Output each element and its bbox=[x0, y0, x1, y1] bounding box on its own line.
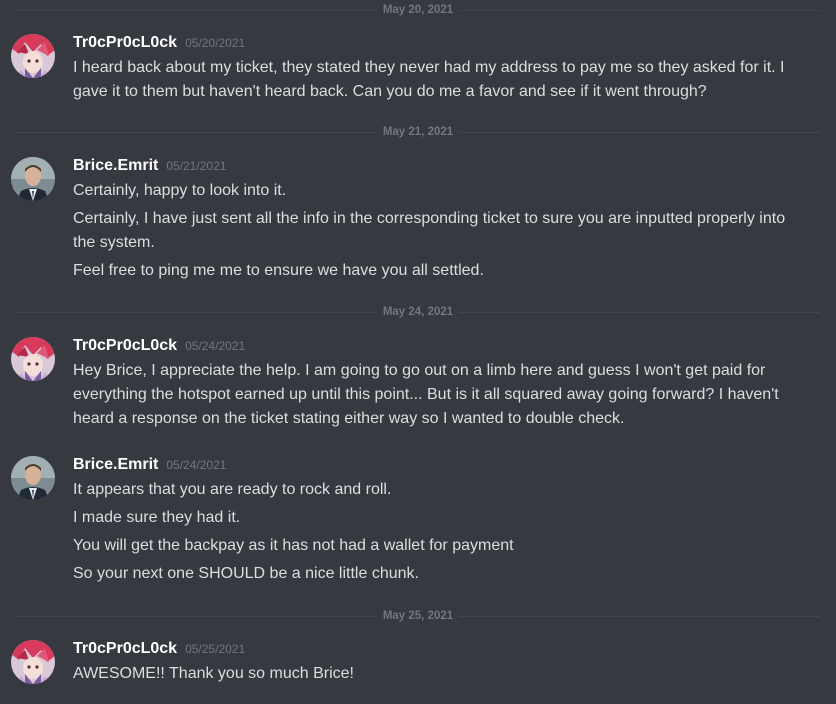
divider-date: May 20, 2021 bbox=[382, 4, 454, 16]
message-body: Hey Brice, I appreciate the help. I am g… bbox=[73, 359, 793, 435]
anime-avatar[interactable] bbox=[11, 640, 55, 684]
chat-log: May 20, 2021 Tr0cPr0cL0ck 05/20/2021 I h… bbox=[0, 0, 836, 704]
username[interactable]: Tr0cPr0cL0ck bbox=[73, 640, 177, 658]
date-divider: May 25, 2021 bbox=[0, 606, 836, 626]
message-text: Hey Brice, I appreciate the help. I am g… bbox=[73, 362, 779, 427]
message-text: It appears that you are ready to rock an… bbox=[73, 481, 392, 498]
date-divider: May 24, 2021 bbox=[0, 302, 836, 322]
username[interactable]: Tr0cPr0cL0ck bbox=[73, 34, 177, 52]
divider-date: May 21, 2021 bbox=[382, 126, 454, 138]
timestamp: 05/20/2021 bbox=[185, 36, 246, 50]
message-body: It appears that you are ready to rock an… bbox=[73, 478, 793, 590]
date-divider: May 20, 2021 bbox=[0, 0, 836, 20]
anime-avatar[interactable] bbox=[11, 34, 55, 78]
date-divider: May 21, 2021 bbox=[0, 122, 836, 142]
timestamp: 05/24/2021 bbox=[185, 339, 246, 353]
timestamp: 05/24/2021 bbox=[166, 458, 227, 472]
username[interactable]: Brice.Emrit bbox=[73, 157, 158, 175]
anime-avatar[interactable] bbox=[11, 337, 55, 381]
username[interactable]: Brice.Emrit bbox=[73, 456, 158, 474]
person-avatar[interactable] bbox=[11, 456, 55, 500]
timestamp: 05/21/2021 bbox=[166, 159, 227, 173]
message-text: I made sure they had it. bbox=[73, 509, 241, 526]
message-text: I heard back about my ticket, they state… bbox=[73, 59, 785, 100]
message-text: Feel free to ping me me to ensure we hav… bbox=[73, 262, 484, 279]
message-text: Certainly, happy to look into it. bbox=[73, 182, 287, 199]
username[interactable]: Tr0cPr0cL0ck bbox=[73, 337, 177, 355]
message-text: You will get the backpay as it has not h… bbox=[73, 537, 514, 554]
divider-date: May 25, 2021 bbox=[382, 610, 454, 622]
message-text: Certainly, I have just sent all the info… bbox=[73, 210, 786, 251]
person-avatar[interactable] bbox=[11, 157, 55, 201]
message-text: AWESOME!! Thank you so much Brice! bbox=[73, 665, 354, 682]
message-body: Certainly, happy to look into it. Certai… bbox=[73, 179, 793, 287]
message-body: I heard back about my ticket, they state… bbox=[73, 56, 793, 108]
message-text: So your next one SHOULD be a nice little… bbox=[73, 565, 419, 582]
timestamp: 05/25/2021 bbox=[185, 642, 246, 656]
divider-date: May 24, 2021 bbox=[382, 306, 454, 318]
message-body: AWESOME!! Thank you so much Brice! bbox=[73, 662, 793, 690]
